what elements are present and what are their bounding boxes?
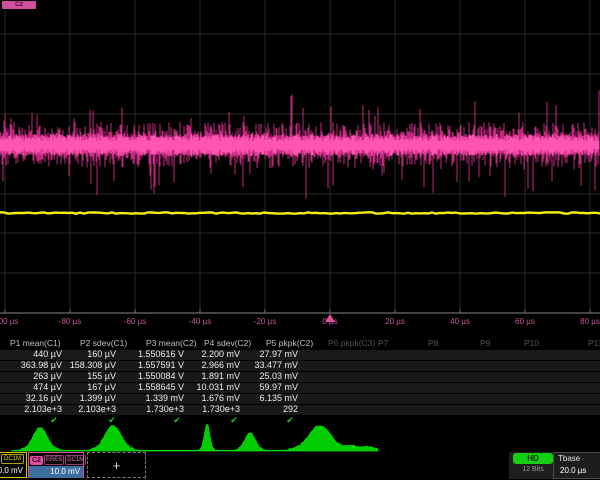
timebase-label: Tbase (554, 453, 600, 464)
parameter-header[interactable]: P3 mean(C2) (146, 338, 197, 348)
c2-scale-value: 10.0 mV (29, 466, 83, 478)
measurement-value: 33.477 mV (206, 360, 298, 370)
measurement-value: 6.135 mV (206, 393, 298, 403)
c1-coupling-badge: DC1M (1, 454, 24, 464)
time-axis-label: 60 µs (501, 317, 549, 326)
oscilloscope-screen: C2 -100 µs -80 µs -60 µs -40 µs -20 µs 0 µs 20… (0, 0, 600, 480)
c1-trace[interactable] (0, 212, 600, 213)
channel-descriptor-c2[interactable]: C2 ERES DC1M 10.0 mV (28, 452, 84, 478)
status-check-icon: ✔ (169, 415, 185, 426)
time-axis-label: -40 µs (176, 317, 224, 326)
c2-coupling-badge: DC1M (65, 455, 86, 465)
time-axis-label: 80 µs (566, 317, 600, 326)
parameter-header[interactable]: P11 (588, 338, 600, 348)
histogram-trace[interactable] (12, 424, 378, 451)
status-check-icon: ✔ (226, 415, 242, 426)
c1-scale-value: 10.0 mV (0, 465, 26, 477)
parameter-header[interactable]: P6 pkpk(C3) (328, 338, 375, 348)
parameter-header[interactable]: P5 pkpk(C2) (266, 338, 313, 348)
measurement-value: 27.97 mV (206, 349, 298, 359)
parameter-header[interactable]: P8 (428, 338, 438, 348)
measurement-value: 292 (206, 404, 298, 414)
c2-channel-badge: C2 (30, 456, 43, 465)
measurement-value: 25.03 mV (206, 371, 298, 381)
timebase-scale-value: 20.0 µs (554, 464, 600, 476)
trace-label-badge: C2 (2, 1, 36, 9)
parameter-header[interactable]: P2 sdev(C1) (80, 338, 127, 348)
time-axis-label: -20 µs (241, 317, 289, 326)
time-axis-label: 0 µs (306, 317, 354, 326)
timebase-box[interactable]: Tbase 20.0 µs (553, 452, 600, 479)
status-check-icon: ✔ (104, 415, 120, 426)
parameter-header[interactable]: P9 (480, 338, 490, 348)
parameter-header[interactable]: P10 (524, 338, 539, 348)
parameter-header[interactable]: P4 sdev(C2) (204, 338, 251, 348)
time-axis-label: -100 µs (0, 317, 29, 326)
parameter-header[interactable]: P1 mean(C1) (10, 338, 61, 348)
time-axis-label: -80 µs (46, 317, 94, 326)
parameter-header[interactable]: P7 (378, 338, 388, 348)
add-trace-button[interactable]: + (87, 452, 146, 478)
status-check-icon: ✔ (282, 415, 298, 426)
plus-icon: + (113, 458, 121, 473)
time-axis-label: 40 µs (436, 317, 484, 326)
time-axis-label: -60 µs (111, 317, 159, 326)
hd-mode-badge: HD (513, 453, 553, 464)
measurement-value: 59.97 mV (206, 382, 298, 392)
bit-depth-label: 12 Bits (509, 464, 557, 476)
status-check-icon: ✔ (46, 415, 62, 426)
time-axis-label: 20 µs (371, 317, 419, 326)
c2-eres-badge: ERES (44, 455, 64, 465)
acquisition-box[interactable]: HD 12 Bits (509, 452, 557, 479)
channel-descriptor-c1[interactable]: DC1M 10.0 mV (0, 452, 27, 478)
